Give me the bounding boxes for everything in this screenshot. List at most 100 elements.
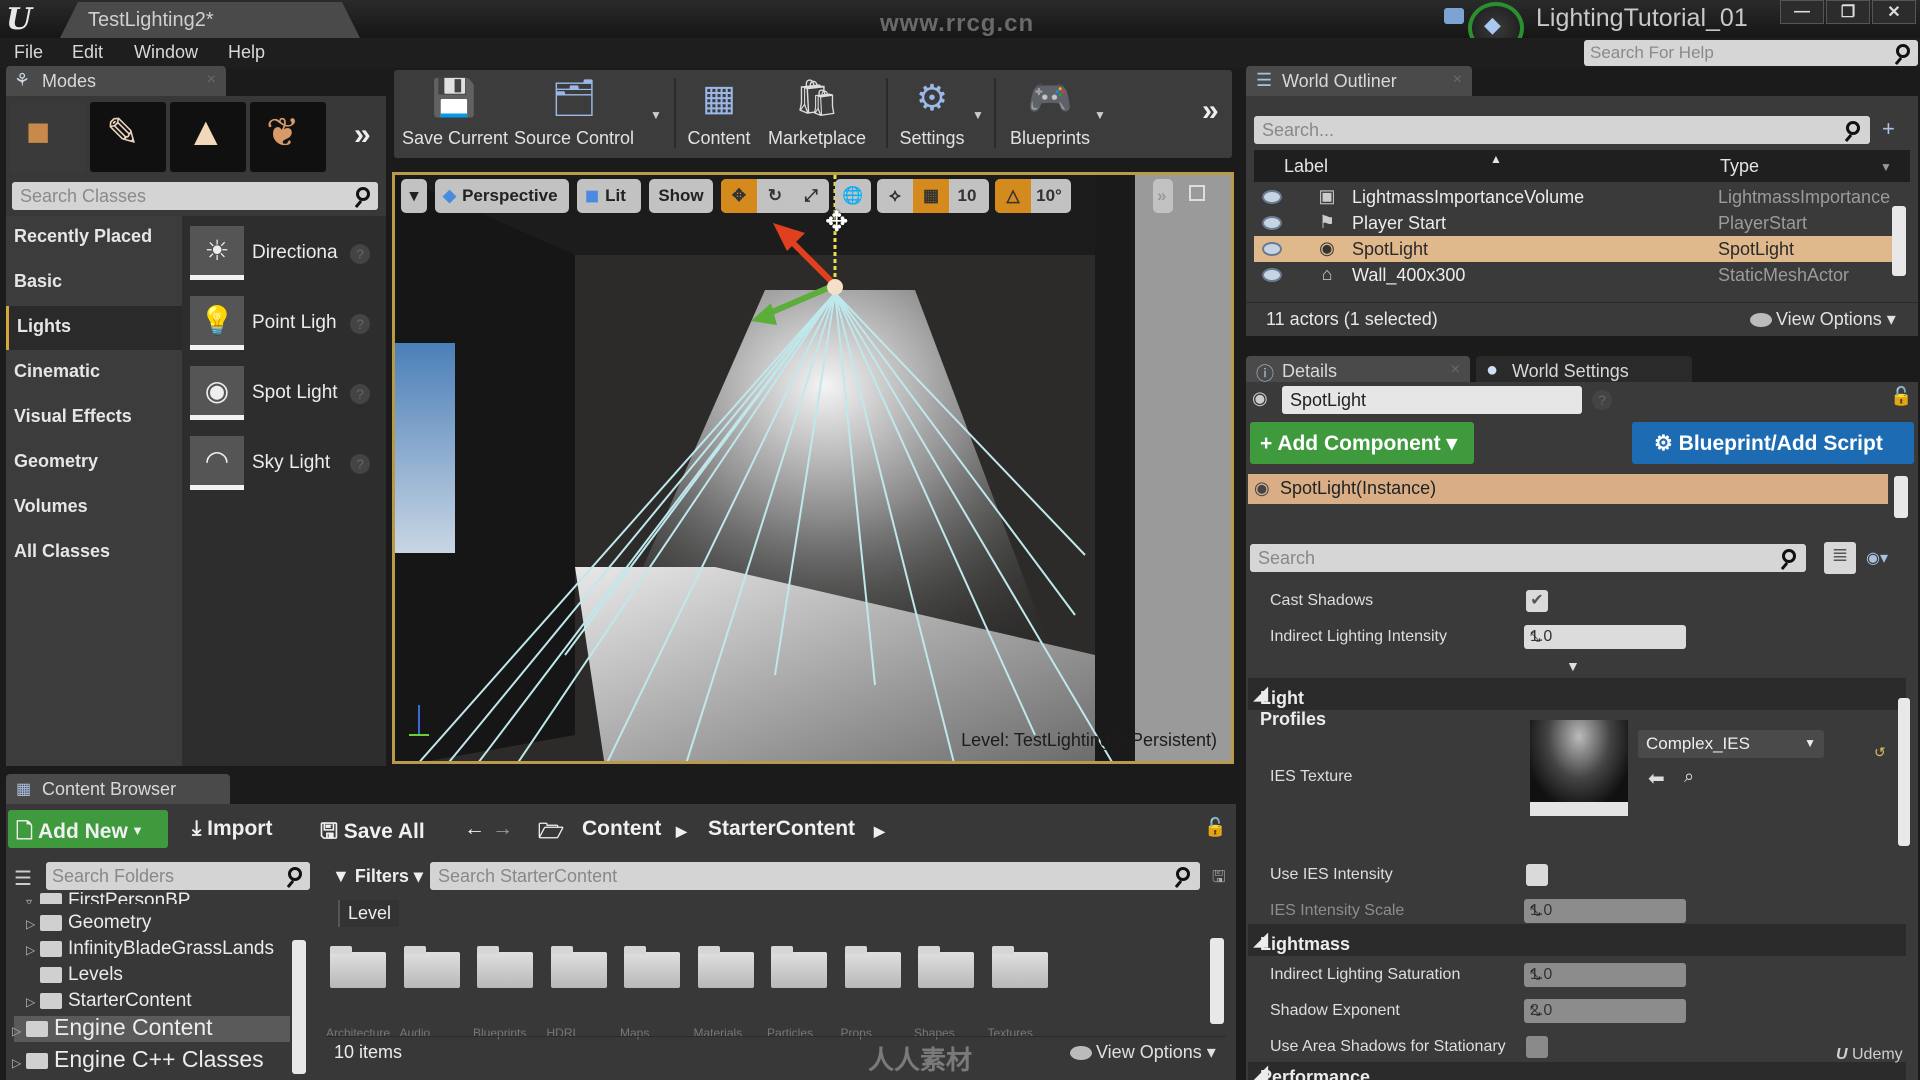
column-label[interactable]: Label bbox=[1284, 156, 1328, 177]
sort-ascending-icon[interactable]: ▲ bbox=[1490, 152, 1502, 166]
help-icon[interactable]: ? bbox=[350, 314, 370, 334]
show-button[interactable]: Show bbox=[649, 179, 713, 213]
content-view-options[interactable]: View Options ▾ bbox=[1070, 1042, 1216, 1063]
settings-button[interactable]: ⚙ Settings bbox=[892, 74, 972, 154]
expand-icon[interactable]: ▿ bbox=[26, 895, 40, 904]
settings-dropdown-icon[interactable]: ▼ bbox=[972, 108, 984, 122]
foliage-mode-button[interactable]: ❦ bbox=[250, 102, 326, 172]
visibility-eye-icon[interactable] bbox=[1262, 190, 1282, 204]
ies-intensity-scale-input[interactable]: 1.0 ⤡ bbox=[1524, 899, 1686, 923]
unreal-logo-icon[interactable]: U bbox=[6, 2, 32, 37]
scale-mode-icon[interactable]: ⤢ bbox=[793, 179, 829, 213]
save-current-button[interactable]: 💾 Save Current bbox=[402, 74, 508, 154]
save-search-icon[interactable]: 🖫 bbox=[1212, 866, 1226, 893]
expand-icon[interactable]: ▷ bbox=[26, 917, 40, 931]
indirect-saturation-input[interactable]: 1.0 ⤡ bbox=[1524, 963, 1686, 987]
category-visual-effects[interactable]: Visual Effects bbox=[6, 396, 182, 440]
ies-texture-combo[interactable]: Complex_IES ▼ bbox=[1638, 730, 1824, 758]
folder-icon[interactable]: 🗁 bbox=[530, 810, 572, 848]
perspective-button[interactable]: ◆ Perspective bbox=[435, 179, 569, 213]
advanced-expand-icon[interactable]: ▼ bbox=[1566, 658, 1580, 674]
section-performance[interactable]: ◢ Performance bbox=[1248, 1062, 1906, 1080]
use-selected-arrow-icon[interactable]: ⬅ bbox=[1648, 766, 1665, 791]
class-item-point-light[interactable]: 💡 Point Ligh ? bbox=[190, 296, 386, 356]
asset-folder-icon[interactable] bbox=[550, 946, 607, 988]
category-lights[interactable]: Lights bbox=[6, 306, 182, 350]
filters-button[interactable]: ▼ Filters ▾ bbox=[332, 866, 423, 887]
asset-folder-icon[interactable] bbox=[403, 946, 460, 988]
grid-snap-icon[interactable]: ▦ bbox=[913, 179, 949, 213]
menu-file[interactable]: File bbox=[14, 42, 43, 63]
lit-button[interactable]: ◼ Lit bbox=[577, 179, 641, 213]
help-search-input[interactable]: Search For Help bbox=[1584, 40, 1918, 66]
tree-item[interactable]: ▷ Engine C++ Classes bbox=[12, 1046, 264, 1073]
outliner-row-selected[interactable]: ◉ SpotLight SpotLight bbox=[1254, 236, 1896, 262]
asset-folder-icon[interactable] bbox=[697, 946, 754, 988]
breadcrumb-content[interactable]: Content bbox=[574, 810, 669, 848]
minimize-button[interactable]: — bbox=[1780, 0, 1824, 24]
column-type[interactable]: Type bbox=[1720, 156, 1759, 177]
menu-edit[interactable]: Edit bbox=[72, 42, 103, 63]
class-item-sky-light[interactable]: ◠ Sky Light ? bbox=[190, 436, 386, 496]
spin-arrows-icon[interactable]: ⤡ bbox=[1530, 629, 1678, 645]
tree-item[interactable]: Levels bbox=[26, 964, 123, 986]
expand-icon[interactable]: ▷ bbox=[12, 1024, 26, 1038]
cast-shadows-checkbox[interactable]: ✔ bbox=[1526, 590, 1548, 612]
tree-item-selected[interactable]: ▷ StarterContent bbox=[26, 990, 192, 1012]
toggle-sources-icon[interactable]: ☰ bbox=[14, 866, 32, 891]
outliner-row[interactable]: ⚑ Player Start PlayerStart bbox=[1254, 210, 1896, 236]
more-modes-icon[interactable]: » bbox=[354, 118, 371, 152]
add-component-button[interactable]: + Add Component ▾ bbox=[1250, 422, 1474, 464]
outliner-search-input[interactable]: Search... bbox=[1254, 116, 1870, 144]
property-matrix-icon[interactable]: ≣ bbox=[1824, 542, 1856, 574]
expand-icon[interactable]: ▷ bbox=[26, 943, 40, 957]
tab-world-outliner[interactable]: ☰ World Outliner × bbox=[1246, 66, 1472, 96]
asset-folder-icon[interactable] bbox=[991, 946, 1048, 988]
browse-asset-icon[interactable]: ⌕ bbox=[1684, 766, 1694, 787]
spotlight-actor[interactable] bbox=[827, 279, 843, 295]
asset-folder-icon[interactable] bbox=[844, 946, 901, 988]
menu-window[interactable]: Window bbox=[134, 42, 198, 63]
add-new-button[interactable]: 🗋 Add New ▾ bbox=[8, 810, 168, 848]
paint-mode-button[interactable]: ✎ bbox=[90, 102, 166, 172]
expand-icon[interactable]: ▷ bbox=[12, 1056, 26, 1070]
visibility-filter-icon[interactable]: ◉▾ bbox=[1866, 548, 1888, 568]
close-icon[interactable]: × bbox=[1453, 71, 1462, 89]
search-folders-input[interactable]: Search Folders bbox=[46, 862, 310, 890]
spin-arrows-icon[interactable]: ⤡ bbox=[1530, 903, 1678, 919]
viewport-toolbar-overflow[interactable]: » bbox=[1153, 179, 1173, 213]
close-button[interactable]: ✕ bbox=[1872, 0, 1916, 24]
landscape-mode-button[interactable]: ▲ bbox=[170, 102, 246, 172]
breadcrumb-arrow-icon[interactable]: ▶ bbox=[866, 816, 893, 854]
outliner-row[interactable]: ⌂ Wall_400x300 StaticMeshActor bbox=[1254, 262, 1896, 288]
component-row-selected[interactable]: ◉ SpotLight(Instance) bbox=[1248, 474, 1888, 504]
section-light-profiles[interactable]: ◢ Light Profiles bbox=[1248, 678, 1906, 729]
help-icon[interactable]: ? bbox=[350, 244, 370, 264]
category-all-classes[interactable]: All Classes bbox=[6, 531, 182, 575]
tree-scrollbar[interactable] bbox=[292, 940, 306, 1074]
lock-icon[interactable]: 🔓 bbox=[1890, 386, 1912, 407]
blueprints-button[interactable]: 🎮 Blueprints bbox=[998, 74, 1102, 154]
filter-chip-level[interactable]: Level bbox=[338, 900, 400, 927]
document-tab[interactable]: TestLighting2* bbox=[60, 2, 360, 38]
spin-arrows-icon[interactable]: ⤡ bbox=[1530, 967, 1678, 983]
toolbar-overflow-icon[interactable]: » bbox=[1202, 94, 1219, 128]
history-forward-button[interactable]: → bbox=[484, 810, 521, 848]
outliner-row[interactable]: ▣ LightmassImportanceVolume LightmassImp… bbox=[1254, 184, 1896, 210]
tab-modes[interactable]: ⚘ Modes × bbox=[6, 66, 226, 96]
category-volumes[interactable]: Volumes bbox=[6, 486, 182, 530]
rotation-snap-value[interactable]: 10° bbox=[1031, 179, 1067, 213]
content-button[interactable]: ▦ Content bbox=[680, 74, 758, 154]
visibility-eye-icon[interactable] bbox=[1262, 268, 1282, 282]
use-area-shadows-checkbox[interactable] bbox=[1526, 1036, 1548, 1058]
blueprint-add-script-button[interactable]: ⚙ Blueprint/Add Script bbox=[1632, 422, 1914, 464]
marketplace-button[interactable]: 🛍 Marketplace bbox=[766, 74, 868, 154]
details-search-input[interactable]: Search bbox=[1250, 544, 1806, 572]
place-mode-button[interactable]: ■ bbox=[10, 102, 86, 172]
rotation-snap-icon[interactable]: △ bbox=[995, 179, 1031, 213]
expand-icon[interactable]: ▷ bbox=[26, 995, 40, 1009]
add-folder-icon[interactable]: + bbox=[1882, 116, 1908, 142]
details-scrollbar[interactable] bbox=[1898, 698, 1910, 846]
visibility-eye-icon[interactable] bbox=[1262, 216, 1282, 230]
surface-snap-icon[interactable]: ⟡ bbox=[877, 179, 913, 213]
